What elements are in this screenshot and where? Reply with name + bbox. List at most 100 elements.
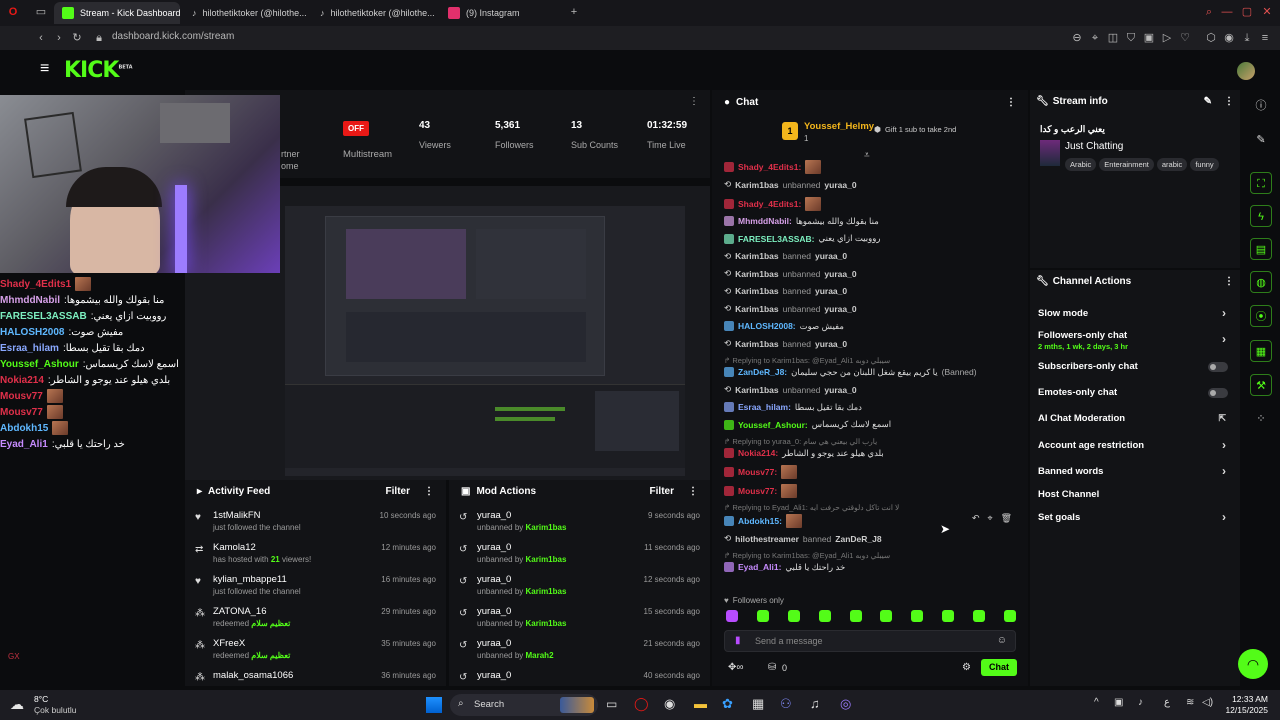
- activity-item[interactable]: ♥ 1stMalikFN just followed the channel 10 s…: [185, 510, 446, 542]
- tab-tiktok-2[interactable]: ♪ hilothetiktoker (@hilothe...: [312, 2, 436, 24]
- moderator-name[interactable]: Karim1bas: [526, 523, 567, 532]
- copilot-icon[interactable]: ✿: [722, 696, 733, 712]
- store-icon[interactable]: ▦: [752, 696, 764, 712]
- support-chat-icon[interactable]: ◠: [1238, 649, 1268, 679]
- chat-bubble-icon[interactable]: ◍: [1250, 271, 1272, 293]
- activity-user[interactable]: malak_osama1066: [213, 670, 293, 681]
- mod-action-item[interactable]: ↺ yuraa_0 unbanned by Karim1bas 9 seconds a…: [449, 510, 710, 542]
- tab-tiktok-1[interactable]: ♪ hilothetiktoker (@hilothe...: [184, 2, 308, 24]
- chat-moderator[interactable]: Karim1bas: [735, 269, 778, 279]
- chat-message[interactable]: ↱ Replying to Karim1bas: @Eyad_Ali1 سيبل…: [724, 356, 1024, 365]
- emote-button[interactable]: [911, 610, 924, 622]
- activity-user[interactable]: Kamola12: [213, 542, 256, 553]
- broadcast-icon[interactable]: ⦿: [1250, 305, 1272, 327]
- slow-mode-row[interactable]: Slow mode ›: [1038, 306, 1234, 320]
- opera-icon[interactable]: O: [6, 5, 20, 19]
- activity-user[interactable]: XFreeX: [213, 638, 245, 649]
- emote-button[interactable]: [787, 610, 800, 622]
- fullscreen-icon[interactable]: ⛶: [1250, 172, 1272, 194]
- chat-message[interactable]: ZanDeR_J8: يا كريم بيقع شغل اللبنان من حج…: [724, 367, 1024, 378]
- weather-desc[interactable]: Çok bulutlu: [34, 705, 77, 715]
- chat-username[interactable]: Mousv77:: [738, 467, 777, 477]
- chat-moderator[interactable]: Karim1bas: [735, 180, 778, 190]
- more-options-icon[interactable]: ⁘: [1250, 408, 1272, 430]
- chat-message[interactable]: ⟲ Karim1bas unbanned yuraa_0: [724, 303, 1024, 314]
- new-tab-icon[interactable]: +: [567, 5, 581, 19]
- stream-tag[interactable]: Arabic: [1065, 158, 1097, 171]
- clipboard-icon[interactable]: ▤: [1250, 238, 1272, 260]
- chat-message[interactable]: ⟲ Karim1bas banned yuraa_0: [724, 286, 1024, 297]
- obs-icon[interactable]: ◎: [840, 696, 851, 712]
- edit-icon[interactable]: ✎: [1204, 96, 1212, 107]
- reply-icon[interactable]: ↶: [972, 513, 980, 524]
- heart-icon[interactable]: ♡: [1178, 31, 1192, 45]
- avatar[interactable]: [1237, 62, 1255, 80]
- windows-start-icon[interactable]: [426, 697, 442, 713]
- emotes-only-row[interactable]: Emotes-only chat: [1038, 387, 1234, 398]
- taskbar-search[interactable]: ⌕ Search: [450, 694, 598, 716]
- clock-time[interactable]: 12:33 AM: [1220, 694, 1268, 704]
- chat-mod-target[interactable]: yuraa_0: [824, 269, 856, 279]
- emote-button[interactable]: [942, 610, 955, 622]
- chat-moderator[interactable]: Karim1bas: [735, 286, 778, 296]
- maximize-icon[interactable]: ▢: [1240, 5, 1254, 19]
- subscribers-only-toggle[interactable]: [1208, 362, 1228, 372]
- chat-moderator[interactable]: Karim1bas: [735, 385, 778, 395]
- send-chat-button[interactable]: Chat: [981, 659, 1017, 676]
- chat-username[interactable]: FARESEL3ASSAB:: [738, 234, 815, 244]
- chat-message[interactable]: Eyad_Ali1: خد راحتك يا قلبي: [724, 562, 1024, 573]
- more-icon[interactable]: ⋮: [689, 96, 699, 107]
- activity-filter-button[interactable]: Filter: [386, 486, 410, 497]
- chat-message[interactable]: Mousv77:: [724, 465, 1024, 479]
- moderator-name[interactable]: Karim1bas: [526, 619, 567, 628]
- chat-mod-target[interactable]: yuraa_0: [824, 180, 856, 190]
- chat-moderator[interactable]: Karim1bas: [735, 339, 778, 349]
- mod-action-target[interactable]: yuraa_0: [477, 606, 511, 617]
- hamburger-icon[interactable]: ≡: [40, 60, 49, 78]
- chat-message[interactable]: Youssef_Ashour: اسمع لاسك كريسماس: [724, 419, 1024, 430]
- play-icon[interactable]: ▷: [1160, 31, 1174, 45]
- chat-message[interactable]: MhmddNabil: منا بقولك والله بيشموها: [724, 216, 1024, 227]
- moderator-name[interactable]: Marah2: [526, 651, 554, 660]
- tab-kick-dashboard[interactable]: Stream - Kick Dashboard ✕: [54, 2, 180, 24]
- activity-user[interactable]: kylian_mbappe11: [213, 574, 287, 585]
- chat-moderator[interactable]: hilothestreamer: [735, 534, 799, 544]
- weather-temp[interactable]: 8°C: [34, 694, 48, 704]
- chat-message[interactable]: FARESEL3ASSAB: رووبيت ازاي يعني: [724, 233, 1024, 244]
- activity-item[interactable]: ⇄ Kamola12 has hosted with 21 viewers! 12 m…: [185, 542, 446, 574]
- tools-icon[interactable]: ⚒: [1250, 374, 1272, 396]
- menu-icon[interactable]: ≡: [1258, 31, 1272, 45]
- chat-username[interactable]: Shady_4Edits1:: [738, 162, 801, 172]
- emotes-only-toggle[interactable]: [1208, 388, 1228, 398]
- set-goals-row[interactable]: Set goals ›: [1038, 510, 1234, 524]
- chat-message[interactable]: Mousv77:: [724, 484, 1024, 498]
- chat-username[interactable]: Shady_4Edits1:: [738, 199, 801, 209]
- ai-moderation-row[interactable]: AI Chat Moderation ⇱: [1038, 413, 1234, 424]
- gx-icon[interactable]: GX: [8, 652, 20, 661]
- pin-icon[interactable]: ⌖: [988, 513, 993, 524]
- activity-user[interactable]: 1stMalikFN: [213, 510, 261, 521]
- puzzle-icon[interactable]: ⬡: [1204, 31, 1218, 45]
- chat-message[interactable]: ↱ Replying to Karim1bas: @Eyad_Ali1 سيبل…: [724, 551, 1024, 560]
- mod-action-item[interactable]: ↺ yuraa_0 unbanned by Karim1bas 11 seconds …: [449, 542, 710, 574]
- mod-action-target[interactable]: yuraa_0: [477, 638, 511, 649]
- activity-item[interactable]: ⁂ malak_osama1066 36 minutes ago: [185, 670, 446, 686]
- chat-username[interactable]: ZanDeR_J8:: [738, 367, 787, 377]
- chat-mod-target[interactable]: yuraa_0: [824, 304, 856, 314]
- more-icon[interactable]: ⋮: [424, 486, 434, 497]
- chat-message[interactable]: ⟲ Karim1bas unbanned yuraa_0: [724, 268, 1024, 279]
- activity-item[interactable]: ♥ kylian_mbappe11 just followed the channe…: [185, 574, 446, 606]
- account-age-row[interactable]: Account age restriction ›: [1038, 438, 1234, 452]
- tab-instagram[interactable]: (9) Instagram: [440, 2, 564, 24]
- emote-button[interactable]: [818, 610, 831, 622]
- mod-action-item[interactable]: ↺ yuraa_0 unbanned by Karim1bas 15 seconds …: [449, 606, 710, 638]
- chat-username[interactable]: Nokia214:: [738, 448, 778, 458]
- teams-icon[interactable]: ⚇: [780, 696, 792, 712]
- chat-message[interactable]: ⟲ Karim1bas banned yuraa_0: [724, 338, 1024, 349]
- zoom-icon[interactable]: ⊖: [1070, 31, 1084, 45]
- chat-moderator[interactable]: Karim1bas: [735, 304, 778, 314]
- tray-app-icon[interactable]: ▣: [1114, 697, 1123, 708]
- tray-mic-icon[interactable]: ♪: [1138, 697, 1143, 708]
- chat-message[interactable]: Esraa_hilam: دمك بقا تقيل بسطا: [724, 402, 1024, 413]
- subscribers-only-row[interactable]: Subscribers-only chat: [1038, 361, 1234, 372]
